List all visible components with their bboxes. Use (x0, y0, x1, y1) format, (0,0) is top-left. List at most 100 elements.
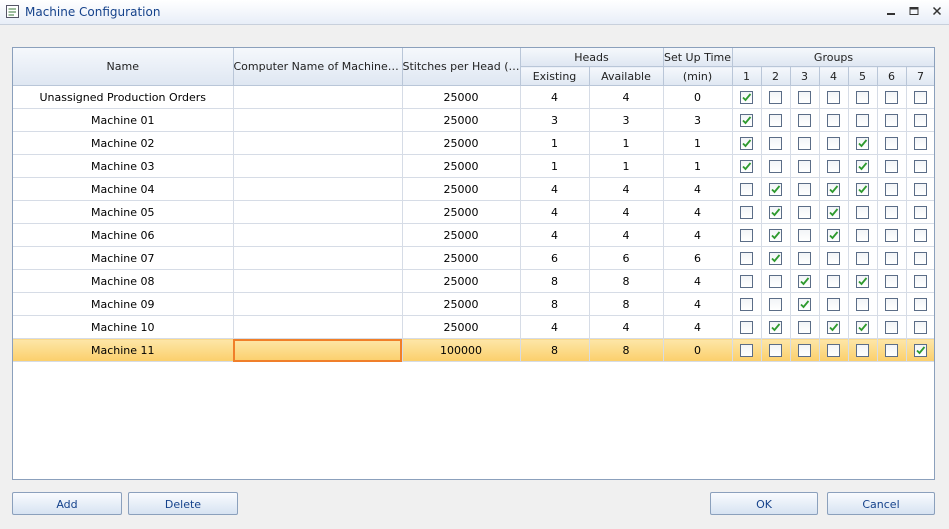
table-row[interactable]: Machine 06 25000 4 4 4 (13, 223, 934, 247)
group-checkbox[interactable] (885, 113, 898, 127)
setup-time-cell[interactable]: 1 (663, 154, 733, 178)
col-header-setup-unit[interactable]: (min) (663, 66, 733, 86)
group-checkbox-checked[interactable] (769, 320, 782, 334)
heads-existing-cell[interactable]: 1 (520, 154, 590, 178)
group-checkbox[interactable] (856, 228, 869, 242)
table-row[interactable]: Machine 11 100000 8 8 0 (13, 338, 934, 362)
setup-time-cell[interactable]: 4 (663, 269, 733, 293)
group-checkbox-checked[interactable] (827, 182, 840, 196)
heads-existing-cell[interactable]: 3 (520, 108, 590, 132)
computer-name-cell[interactable] (233, 200, 403, 224)
computer-name-cell[interactable] (233, 223, 403, 247)
group-checkbox[interactable] (798, 90, 811, 104)
setup-time-cell[interactable]: 4 (663, 223, 733, 247)
group-checkbox[interactable] (885, 90, 898, 104)
group-checkbox[interactable] (798, 205, 811, 219)
group-checkbox[interactable] (827, 343, 840, 357)
group-checkbox[interactable] (885, 274, 898, 288)
computer-name-cell[interactable] (233, 292, 403, 316)
group-checkbox[interactable] (827, 251, 840, 265)
group-checkbox[interactable] (769, 90, 782, 104)
group-checkbox[interactable] (914, 274, 928, 288)
group-checkbox[interactable] (769, 274, 782, 288)
table-row[interactable]: Machine 01 25000 3 3 3 (13, 108, 934, 132)
group-checkbox[interactable] (798, 182, 811, 196)
heads-available-cell[interactable]: 4 (589, 315, 664, 339)
heads-available-cell[interactable]: 4 (589, 223, 664, 247)
group-checkbox[interactable] (798, 343, 811, 357)
table-row[interactable]: Machine 03 25000 1 1 1 (13, 154, 934, 178)
group-checkbox-checked[interactable] (740, 136, 753, 150)
heads-existing-cell[interactable]: 4 (520, 223, 590, 247)
minimize-button[interactable] (883, 3, 899, 19)
setup-time-cell[interactable]: 4 (663, 292, 733, 316)
group-checkbox[interactable] (914, 159, 928, 173)
stitches-cell[interactable]: 25000 (402, 154, 521, 178)
col-header-group-7[interactable]: 7 (906, 66, 934, 86)
stitches-cell[interactable]: 25000 (402, 315, 521, 339)
group-checkbox-checked[interactable] (769, 205, 782, 219)
computer-name-cell[interactable] (233, 338, 403, 362)
group-checkbox-checked[interactable] (769, 228, 782, 242)
group-checkbox-checked[interactable] (856, 182, 869, 196)
group-checkbox[interactable] (769, 343, 782, 357)
heads-existing-cell[interactable]: 4 (520, 85, 590, 109)
group-checkbox-checked[interactable] (856, 136, 869, 150)
setup-time-cell[interactable]: 0 (663, 85, 733, 109)
heads-available-cell[interactable]: 3 (589, 108, 664, 132)
group-checkbox[interactable] (914, 90, 928, 104)
computer-name-cell[interactable] (233, 246, 403, 270)
group-checkbox[interactable] (827, 159, 840, 173)
col-header-setup-time[interactable]: Set Up Time (663, 48, 733, 67)
stitches-cell[interactable]: 25000 (402, 108, 521, 132)
group-checkbox[interactable] (885, 136, 898, 150)
table-row[interactable]: Machine 04 25000 4 4 4 (13, 177, 934, 201)
group-checkbox-checked[interactable] (740, 113, 753, 127)
group-checkbox-checked[interactable] (827, 228, 840, 242)
group-checkbox[interactable] (827, 297, 840, 311)
group-checkbox[interactable] (769, 159, 782, 173)
table-row[interactable]: Unassigned Production Orders 25000 4 4 0 (13, 85, 934, 109)
setup-time-cell[interactable]: 0 (663, 338, 733, 362)
computer-name-cell[interactable] (233, 269, 403, 293)
heads-available-cell[interactable]: 4 (589, 200, 664, 224)
heads-available-cell[interactable]: 6 (589, 246, 664, 270)
group-checkbox[interactable] (856, 90, 869, 104)
heads-available-cell[interactable]: 4 (589, 85, 664, 109)
col-header-group-4[interactable]: 4 (819, 66, 849, 86)
group-checkbox[interactable] (914, 297, 928, 311)
group-checkbox[interactable] (798, 136, 811, 150)
group-checkbox[interactable] (827, 90, 840, 104)
col-header-group-2[interactable]: 2 (761, 66, 791, 86)
heads-existing-cell[interactable]: 1 (520, 131, 590, 155)
group-checkbox[interactable] (856, 343, 869, 357)
table-row[interactable]: Machine 10 25000 4 4 4 (13, 315, 934, 339)
group-checkbox-checked[interactable] (827, 205, 840, 219)
computer-name-cell[interactable] (233, 131, 403, 155)
computer-name-cell[interactable] (233, 177, 403, 201)
group-checkbox-checked[interactable] (856, 274, 869, 288)
group-checkbox[interactable] (769, 136, 782, 150)
col-header-stitches[interactable]: Stitches per Head (h) (402, 48, 521, 86)
group-checkbox[interactable] (914, 320, 928, 334)
heads-available-cell[interactable]: 8 (589, 269, 664, 293)
group-checkbox-checked[interactable] (740, 159, 753, 173)
setup-time-cell[interactable]: 3 (663, 108, 733, 132)
group-checkbox[interactable] (914, 251, 928, 265)
heads-available-cell[interactable]: 1 (589, 154, 664, 178)
cancel-button[interactable]: Cancel (827, 492, 935, 515)
group-checkbox[interactable] (885, 343, 898, 357)
col-header-group-6[interactable]: 6 (877, 66, 907, 86)
group-checkbox[interactable] (914, 205, 928, 219)
group-checkbox-checked[interactable] (856, 320, 869, 334)
group-checkbox[interactable] (798, 320, 811, 334)
col-header-existing[interactable]: Existing (520, 66, 590, 86)
heads-available-cell[interactable]: 4 (589, 177, 664, 201)
table-row[interactable]: Machine 08 25000 8 8 4 (13, 269, 934, 293)
add-button[interactable]: Add (12, 492, 122, 515)
col-header-computer-name[interactable]: Computer Name of Machine Cl... (233, 48, 403, 86)
computer-name-cell[interactable] (233, 315, 403, 339)
setup-time-cell[interactable]: 4 (663, 315, 733, 339)
group-checkbox[interactable] (885, 182, 898, 196)
group-checkbox[interactable] (827, 274, 840, 288)
